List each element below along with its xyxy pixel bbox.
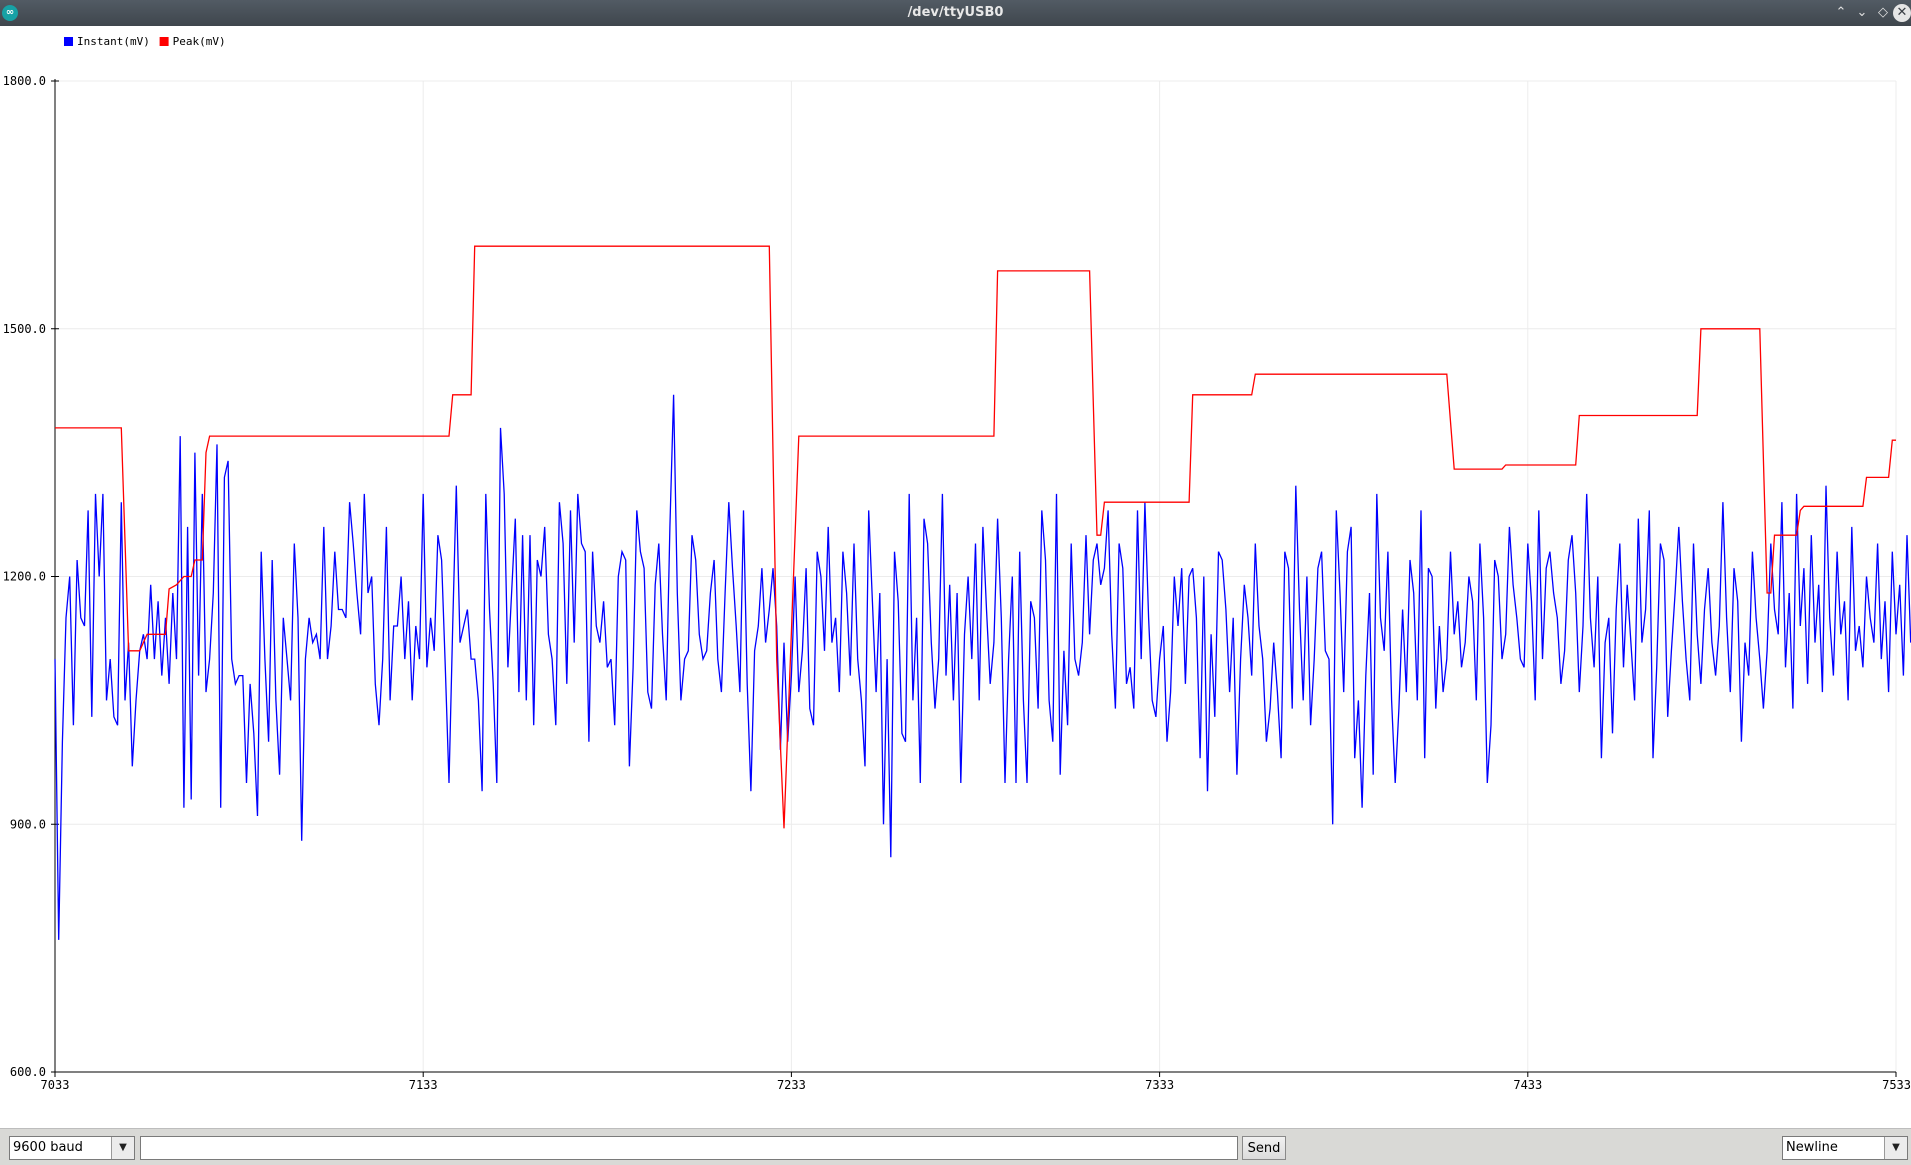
y-tick-label: 1200.0 [3, 570, 46, 584]
x-tick-label: 7333 [1145, 1078, 1174, 1092]
serial-plotter-chart: 600.0 900.0 1200.0 1500.0 1800.0 7033 7133 7233… [0, 26, 1911, 1126]
close-icon[interactable]: ✕ [1893, 4, 1911, 22]
y-tick-label: 600.0 [10, 1065, 46, 1079]
y-tick-label: 1500.0 [3, 322, 46, 336]
y-tick-label: 1800.0 [3, 74, 46, 88]
line-ending-value: Newline [1786, 1140, 1838, 1155]
minimize-icon[interactable]: ⌄ [1853, 4, 1871, 22]
legend-swatch [64, 37, 73, 46]
window-title: /dev/ttyUSB0 [907, 5, 1004, 20]
send-button[interactable]: Send [1242, 1136, 1286, 1160]
restore-icon[interactable]: ◇ [1874, 4, 1892, 22]
legend-label: Peak(mV) [173, 35, 226, 48]
window-titlebar: ∞ /dev/ttyUSB0 ⌃ ⌄ ◇ ✕ [0, 0, 1911, 26]
plot-svg: 600.0 900.0 1200.0 1500.0 1800.0 7033 7133 7233… [3, 35, 1911, 1092]
legend-swatch [159, 37, 169, 46]
x-tick-label: 7233 [777, 1078, 806, 1092]
chevron-down-icon[interactable]: ▼ [1884, 1137, 1907, 1159]
series-line-peak [55, 245, 1896, 829]
x-tick-label: 7533 [1882, 1078, 1911, 1092]
x-tick-label: 7433 [1513, 1078, 1542, 1092]
x-tick-label: 7133 [409, 1078, 438, 1092]
baud-rate-select[interactable]: 9600 baud ▼ [9, 1136, 135, 1160]
bottom-toolbar: 9600 baud ▼ Send Newline ▼ [0, 1128, 1911, 1165]
x-tick-label: 7033 [41, 1078, 70, 1092]
maximize-icon[interactable]: ⌃ [1832, 4, 1850, 22]
chevron-down-icon[interactable]: ▼ [111, 1137, 134, 1159]
legend-label: Instant(mV) [77, 35, 150, 48]
y-tick-label: 900.0 [10, 817, 46, 831]
baud-rate-value: 9600 baud [13, 1140, 83, 1155]
line-ending-select[interactable]: Newline ▼ [1782, 1136, 1908, 1160]
send-input[interactable] [140, 1136, 1238, 1160]
series-line-instant [54, 394, 1911, 940]
